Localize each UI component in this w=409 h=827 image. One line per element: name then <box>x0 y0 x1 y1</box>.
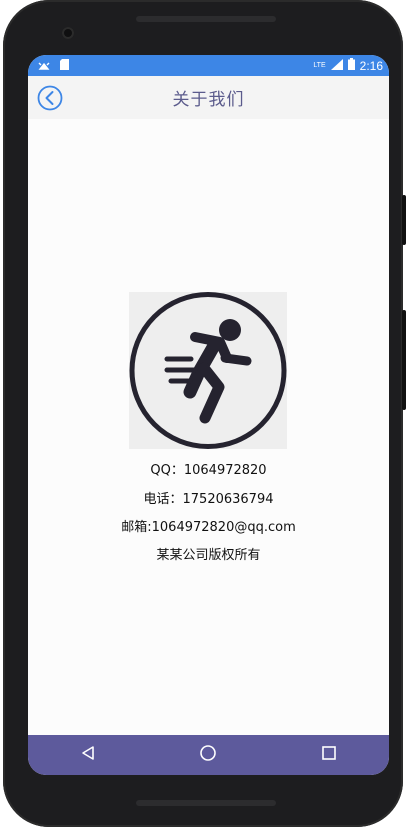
status-bar: LTE 2:16 <box>28 55 389 76</box>
phone-frame: LTE 2:16 关于我们 QQ：1064972820 电话：175206367… <box>3 0 406 827</box>
power-button <box>402 195 406 245</box>
qq-contact: QQ：1064972820 <box>150 463 267 478</box>
front-camera <box>62 27 74 39</box>
copyright-text: 某某公司版权所有 <box>156 548 261 563</box>
about-content: QQ：1064972820 电话：17520636794 邮箱:10649728… <box>28 119 389 735</box>
nav-back-button[interactable] <box>68 735 108 775</box>
android-debug-icon <box>38 59 50 73</box>
app-logo <box>129 292 287 449</box>
phone-contact: 电话：17520636794 <box>143 492 274 507</box>
battery-icon <box>347 58 355 73</box>
home-circle-icon <box>199 744 217 766</box>
lte-label: LTE <box>313 62 326 69</box>
nav-recents-button[interactable] <box>309 735 349 775</box>
clock: 2:16 <box>359 58 383 73</box>
back-arrow-circle-icon <box>37 85 63 115</box>
bottom-speaker <box>136 800 276 806</box>
screen: LTE 2:16 关于我们 QQ：1064972820 电话：175206367… <box>28 55 389 775</box>
sd-card-icon <box>60 58 69 73</box>
volume-button <box>402 310 406 410</box>
system-nav-bar <box>28 735 389 775</box>
earpiece-speaker <box>136 16 276 22</box>
recents-square-icon <box>321 745 337 765</box>
email-contact: 邮箱:1064972820@qq.com <box>121 520 296 535</box>
back-button[interactable] <box>37 85 63 111</box>
back-triangle-icon <box>80 745 96 765</box>
app-bar: 关于我们 <box>28 76 389 119</box>
nav-home-button[interactable] <box>188 735 228 775</box>
running-person-icon <box>129 292 287 453</box>
signal-icon <box>330 58 343 73</box>
page-title: 关于我们 <box>172 90 245 110</box>
